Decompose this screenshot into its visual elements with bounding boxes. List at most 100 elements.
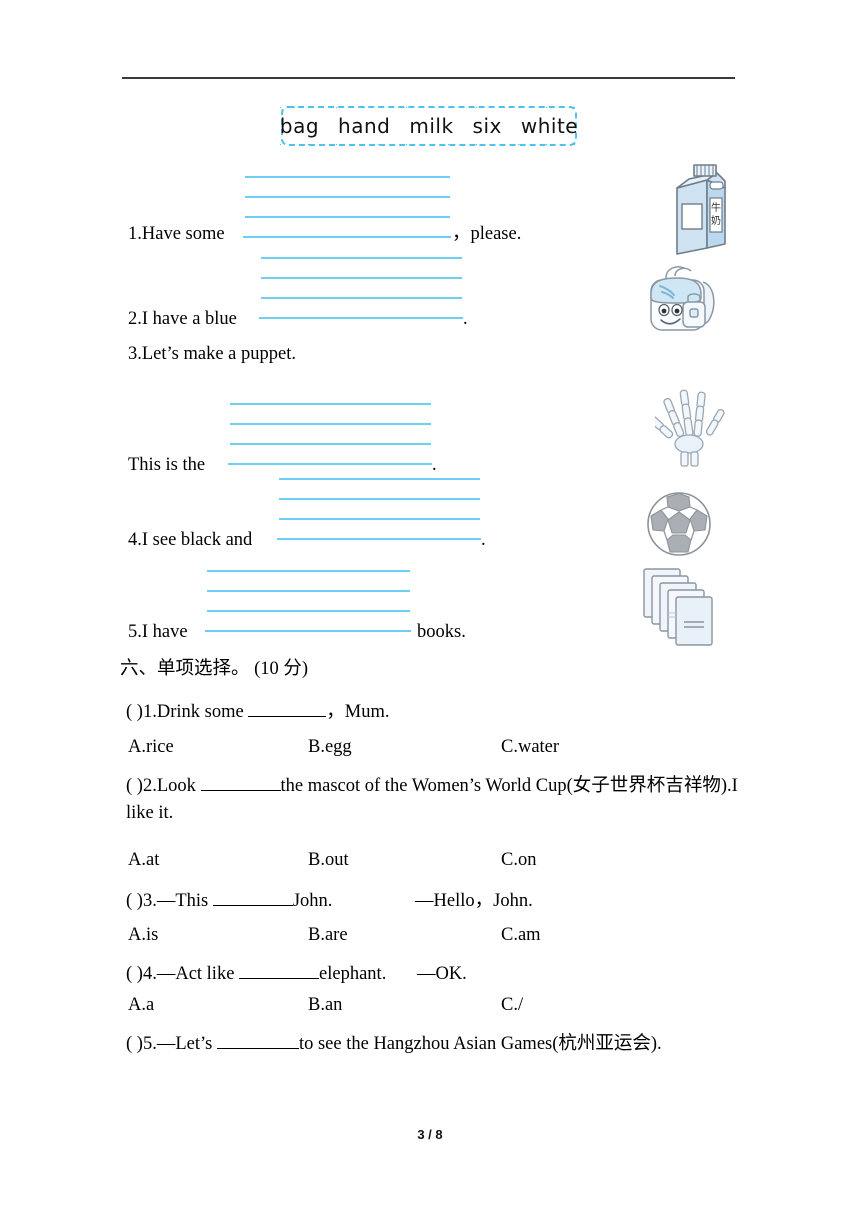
guide-line	[207, 570, 410, 572]
mc-option-3-a[interactable]: A.is	[128, 926, 158, 945]
fill-question-1-tail: ，please.	[452, 225, 521, 244]
guide-line	[245, 216, 450, 218]
fill-question-3b-text: This is the	[128, 455, 206, 475]
fill-question-5-tail: books.	[417, 623, 466, 642]
fill-question-3b: This is the	[128, 456, 205, 475]
baseline	[259, 317, 463, 319]
baseline	[243, 236, 451, 238]
mc-option-2-a[interactable]: A.at	[128, 851, 159, 870]
writing-lines-q3b[interactable]	[228, 403, 432, 465]
svg-text:奶: 奶	[711, 215, 721, 227]
mc-blank-1	[248, 702, 327, 717]
word-bank-item-six: six	[472, 114, 502, 138]
hand-illustration	[655, 378, 727, 470]
guide-line	[261, 277, 462, 279]
fill-question-3-text: 3.Let’s make a puppet.	[128, 344, 296, 364]
mc-answer-box-1[interactable]: ( )	[126, 702, 143, 722]
word-bank-item-hand: hand	[338, 114, 391, 138]
guide-line	[230, 403, 431, 405]
mc-blank-3	[212, 891, 293, 906]
writing-lines-q2[interactable]	[259, 257, 463, 319]
fill-question-3b-tail-text: .	[432, 455, 437, 475]
mc-option-3-c[interactable]: C.am	[501, 926, 541, 945]
mc-question-1-stem-before: 1.Drink some	[142, 702, 244, 722]
books-illustration	[641, 566, 723, 648]
fill-question-3b-tail: .	[432, 456, 437, 475]
worksheet-page: bag hand milk six white 1.Have some ，ple…	[0, 0, 860, 1216]
fill-question-5-tail-text: books.	[417, 622, 466, 642]
fill-question-2-text: 2.I have a blue	[128, 309, 237, 329]
fill-question-3: 3.Let’s make a puppet.	[128, 345, 296, 364]
section-heading-text: 六、单项选择。 (10 分)	[120, 659, 309, 679]
guide-line	[230, 423, 431, 425]
fill-question-4: 4.I see black and	[128, 531, 252, 550]
mc-blank-2	[200, 776, 281, 791]
guide-line	[245, 176, 450, 178]
fill-question-2: 2.I have a blue	[128, 310, 237, 329]
baseline	[228, 463, 432, 465]
mc-question-4-stem-before: 4.—Act like	[142, 964, 235, 984]
fill-question-1-tail-text: ，please.	[452, 224, 522, 244]
mc-option-1-c[interactable]: C.water	[501, 738, 559, 757]
fill-question-2-tail: .	[463, 310, 468, 329]
guide-line	[230, 443, 431, 445]
mc-question-5: ( )5.—Let’s to see the Hangzhou Asian Ga…	[126, 1031, 744, 1058]
mc-question-3-reply: —Hello，John.	[415, 891, 533, 911]
mc-option-2-b[interactable]: B.out	[308, 851, 349, 870]
guide-line	[279, 518, 480, 520]
mc-question-3-stem-before: 3.—This	[142, 891, 209, 911]
header-divider	[122, 77, 735, 79]
page-number: 3 / 8	[417, 1127, 443, 1142]
mc-option-1-b[interactable]: B.egg	[308, 738, 352, 757]
word-bank: bag hand milk six white	[279, 106, 579, 146]
fill-question-5-text: 5.I have	[128, 622, 188, 642]
mc-option-2-c[interactable]: C.on	[501, 851, 536, 870]
backpack-illustration	[643, 262, 725, 340]
mc-question-1-stem-after: ，Mum.	[326, 702, 390, 722]
fill-question-2-tail-text: .	[463, 309, 468, 329]
mc-option-4-a[interactable]: A.a	[128, 996, 154, 1015]
mc-answer-box-3[interactable]: ( )	[126, 891, 143, 911]
baseline	[277, 538, 481, 540]
writing-lines-q1[interactable]	[243, 176, 451, 238]
mc-question-2-stem-before: 2.Look	[142, 776, 196, 796]
guide-line	[279, 478, 480, 480]
mc-answer-box-5[interactable]: ( )	[126, 1034, 143, 1054]
mc-blank-5	[216, 1034, 299, 1049]
mc-answer-box-2[interactable]: ( )	[126, 776, 143, 796]
guide-line	[261, 297, 462, 299]
mc-question-4-stem-after: elephant.	[319, 964, 387, 984]
mc-blank-4	[239, 964, 320, 979]
guide-line	[279, 498, 480, 500]
writing-lines-q4[interactable]	[277, 478, 481, 540]
mc-option-4-c[interactable]: C./	[501, 996, 523, 1015]
word-bank-item-white: white	[520, 114, 579, 138]
mc-question-3: ( )3.—This John. —Hello，John.	[126, 888, 533, 915]
guide-line	[261, 257, 462, 259]
fill-question-4-text: 4.I see black and	[128, 530, 253, 550]
word-bank-item-milk: milk	[409, 114, 454, 138]
guide-line	[207, 610, 410, 612]
mc-question-3-stem-after: John.	[292, 891, 333, 911]
mc-question-2: ( )2.Look the mascot of the Women’s Worl…	[126, 773, 744, 827]
mc-question-1: ( )1.Drink some ，Mum.	[126, 699, 390, 726]
word-bank-item-bag: bag	[279, 114, 320, 138]
guide-line	[207, 590, 410, 592]
writing-lines-q5[interactable]	[205, 570, 411, 632]
fill-question-4-tail: .	[481, 531, 486, 550]
section-heading-multiple-choice: 六、单项选择。 (10 分)	[120, 660, 308, 679]
milk-carton-illustration: 牛 奶	[663, 160, 737, 256]
mc-option-1-a[interactable]: A.rice	[128, 738, 174, 757]
mc-question-4: ( )4.—Act like elephant. —OK.	[126, 961, 467, 988]
soccer-ball-illustration	[645, 490, 713, 558]
mc-question-4-reply: —OK.	[416, 964, 467, 984]
mc-option-3-b[interactable]: B.are	[308, 926, 348, 945]
guide-line	[245, 196, 450, 198]
fill-question-1: 1.Have some	[128, 225, 225, 244]
mc-question-5-stem-before: 5.—Let’s	[142, 1034, 213, 1054]
fill-question-5: 5.I have	[128, 623, 188, 642]
baseline	[205, 630, 411, 632]
mc-question-5-stem-after: to see the Hangzhou Asian Games(杭州亚运会).	[298, 1034, 662, 1054]
mc-answer-box-4[interactable]: ( )	[126, 964, 143, 984]
mc-option-4-b[interactable]: B.an	[308, 996, 342, 1015]
